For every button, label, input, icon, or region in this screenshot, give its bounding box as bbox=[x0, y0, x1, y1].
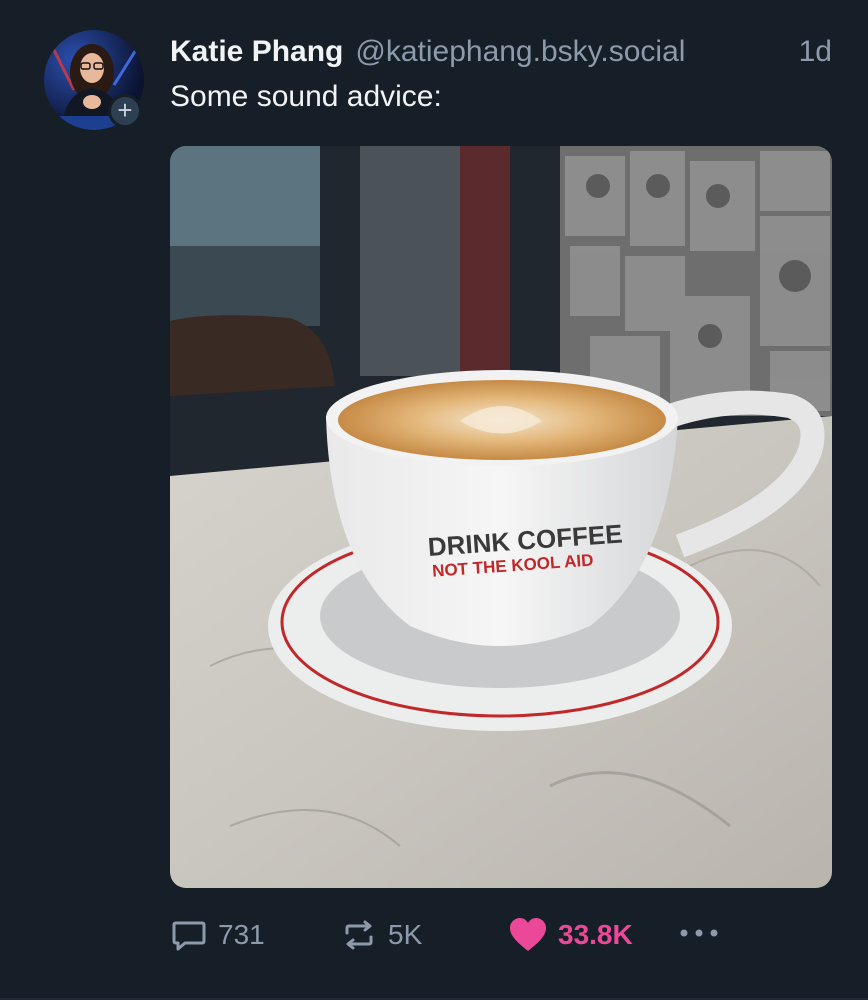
repost-count: 5K bbox=[388, 919, 423, 950]
like-count: 33.8K bbox=[558, 919, 633, 950]
ellipsis-icon bbox=[678, 926, 720, 945]
post-header: Katie Phang @katiephang.bsky.social 1d bbox=[170, 30, 832, 74]
post-actions: 731 5K 33.8K bbox=[170, 910, 770, 960]
plus-icon: + bbox=[117, 95, 133, 125]
speech-bubble-icon bbox=[170, 916, 208, 954]
post-timestamp[interactable]: 1d bbox=[799, 35, 832, 69]
follow-plus-button[interactable]: + bbox=[108, 94, 142, 128]
author-handle[interactable]: @katiephang.bsky.social bbox=[355, 35, 685, 69]
more-options-button[interactable] bbox=[678, 910, 720, 960]
heart-icon bbox=[508, 916, 548, 954]
reply-button[interactable]: 731 bbox=[170, 910, 265, 960]
reply-count: 731 bbox=[218, 919, 265, 950]
post-text: Some sound advice: bbox=[170, 80, 442, 113]
author-display-name[interactable]: Katie Phang bbox=[170, 35, 343, 69]
repost-arrows-icon bbox=[340, 916, 378, 954]
post-card[interactable]: + Katie Phang @katiephang.bsky.social 1d… bbox=[0, 0, 868, 1000]
post-image[interactable]: DRINK COFFEE NOT THE KOOL AID bbox=[170, 146, 832, 888]
repost-button[interactable]: 5K bbox=[340, 910, 422, 960]
like-button[interactable]: 33.8K bbox=[508, 910, 633, 960]
author-avatar-wrapper[interactable]: + bbox=[44, 30, 144, 130]
